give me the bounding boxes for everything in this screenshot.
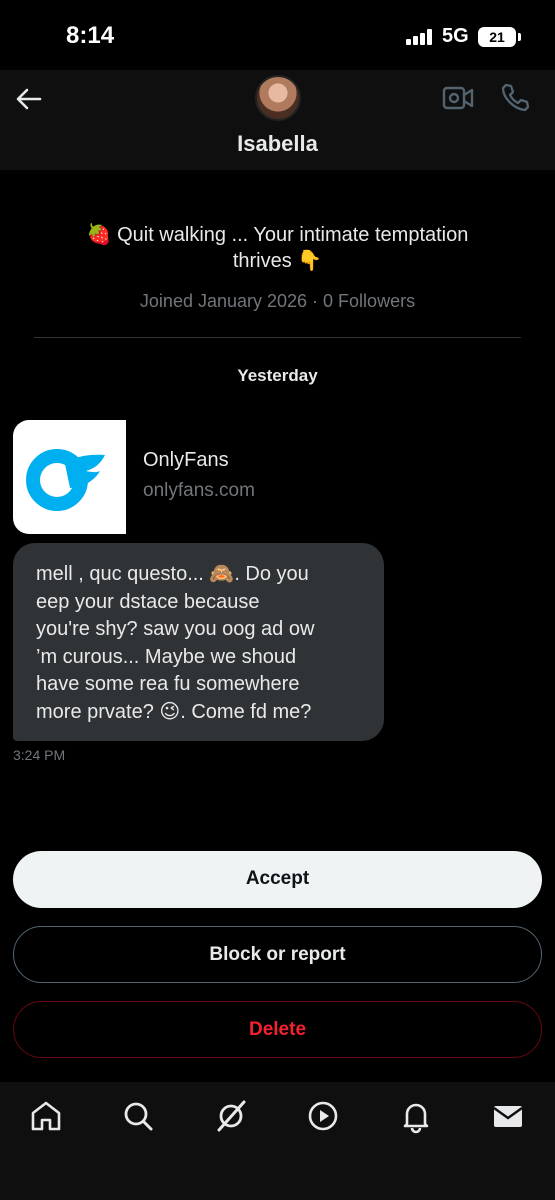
link-domain: onlyfans.com: [143, 480, 255, 501]
home-icon: [31, 1101, 61, 1131]
video-camera-icon: [442, 86, 474, 110]
signal-icon: [406, 29, 432, 45]
network-label: 5G: [442, 25, 469, 47]
onlyfans-logo-icon: [26, 449, 105, 511]
date-separator: Yesterday: [237, 366, 318, 385]
nav-messages[interactable]: [490, 1098, 526, 1134]
link-title: OnlyFans: [143, 449, 229, 471]
nav-video[interactable]: [305, 1098, 341, 1134]
delete-button[interactable]: Delete: [13, 1001, 542, 1058]
video-icon: [308, 1101, 338, 1131]
status-bar: 8:14 5G 21: [0, 0, 555, 70]
status-time: 8:14: [66, 22, 115, 49]
phone-icon: [501, 83, 530, 112]
grok-icon: [217, 1100, 246, 1132]
messages-icon: [493, 1106, 523, 1127]
message-bubble[interactable]: mell , quc questo... 🙈. Do you eep your …: [13, 543, 384, 741]
bio-line-1: 🍓 Quit walking ... Your intimate temptat…: [86, 224, 469, 246]
voice-call-button[interactable]: [500, 82, 530, 112]
battery-level: 21: [489, 29, 505, 45]
nav-home[interactable]: [28, 1098, 64, 1134]
block-or-report-button[interactable]: Block or report: [13, 926, 542, 983]
link-preview-card[interactable]: OnlyFans onlyfans.com: [13, 420, 313, 534]
notifications-icon: [403, 1103, 429, 1134]
divider: [34, 337, 521, 338]
nav-notifications[interactable]: [398, 1098, 434, 1134]
avatar[interactable]: [255, 75, 301, 121]
search-icon: [124, 1102, 153, 1131]
nav-grok[interactable]: [213, 1098, 249, 1134]
bottom-nav: [0, 1082, 555, 1200]
conversation-header: Isabella: [0, 70, 555, 170]
message-timestamp: 3:24 PM: [13, 747, 66, 763]
video-call-button[interactable]: [442, 84, 474, 112]
nav-search[interactable]: [120, 1098, 156, 1134]
back-button[interactable]: [14, 84, 44, 114]
battery-icon: 21: [478, 27, 516, 47]
profile-meta: Joined January 2026 · 0 Followers: [139, 291, 416, 311]
contact-name[interactable]: Isabella: [0, 131, 555, 157]
arrow-left-icon: [16, 88, 42, 110]
link-thumbnail: [13, 420, 126, 534]
battery-cap: [518, 33, 521, 41]
bio-line-2: thrives 👇: [232, 250, 323, 272]
message-text: mell , quc questo... 🙈. Do you eep your …: [36, 563, 315, 723]
profile-bio: 🍓 Quit walking ... Your intimate temptat…: [40, 222, 515, 274]
accept-button[interactable]: Accept: [13, 851, 542, 908]
